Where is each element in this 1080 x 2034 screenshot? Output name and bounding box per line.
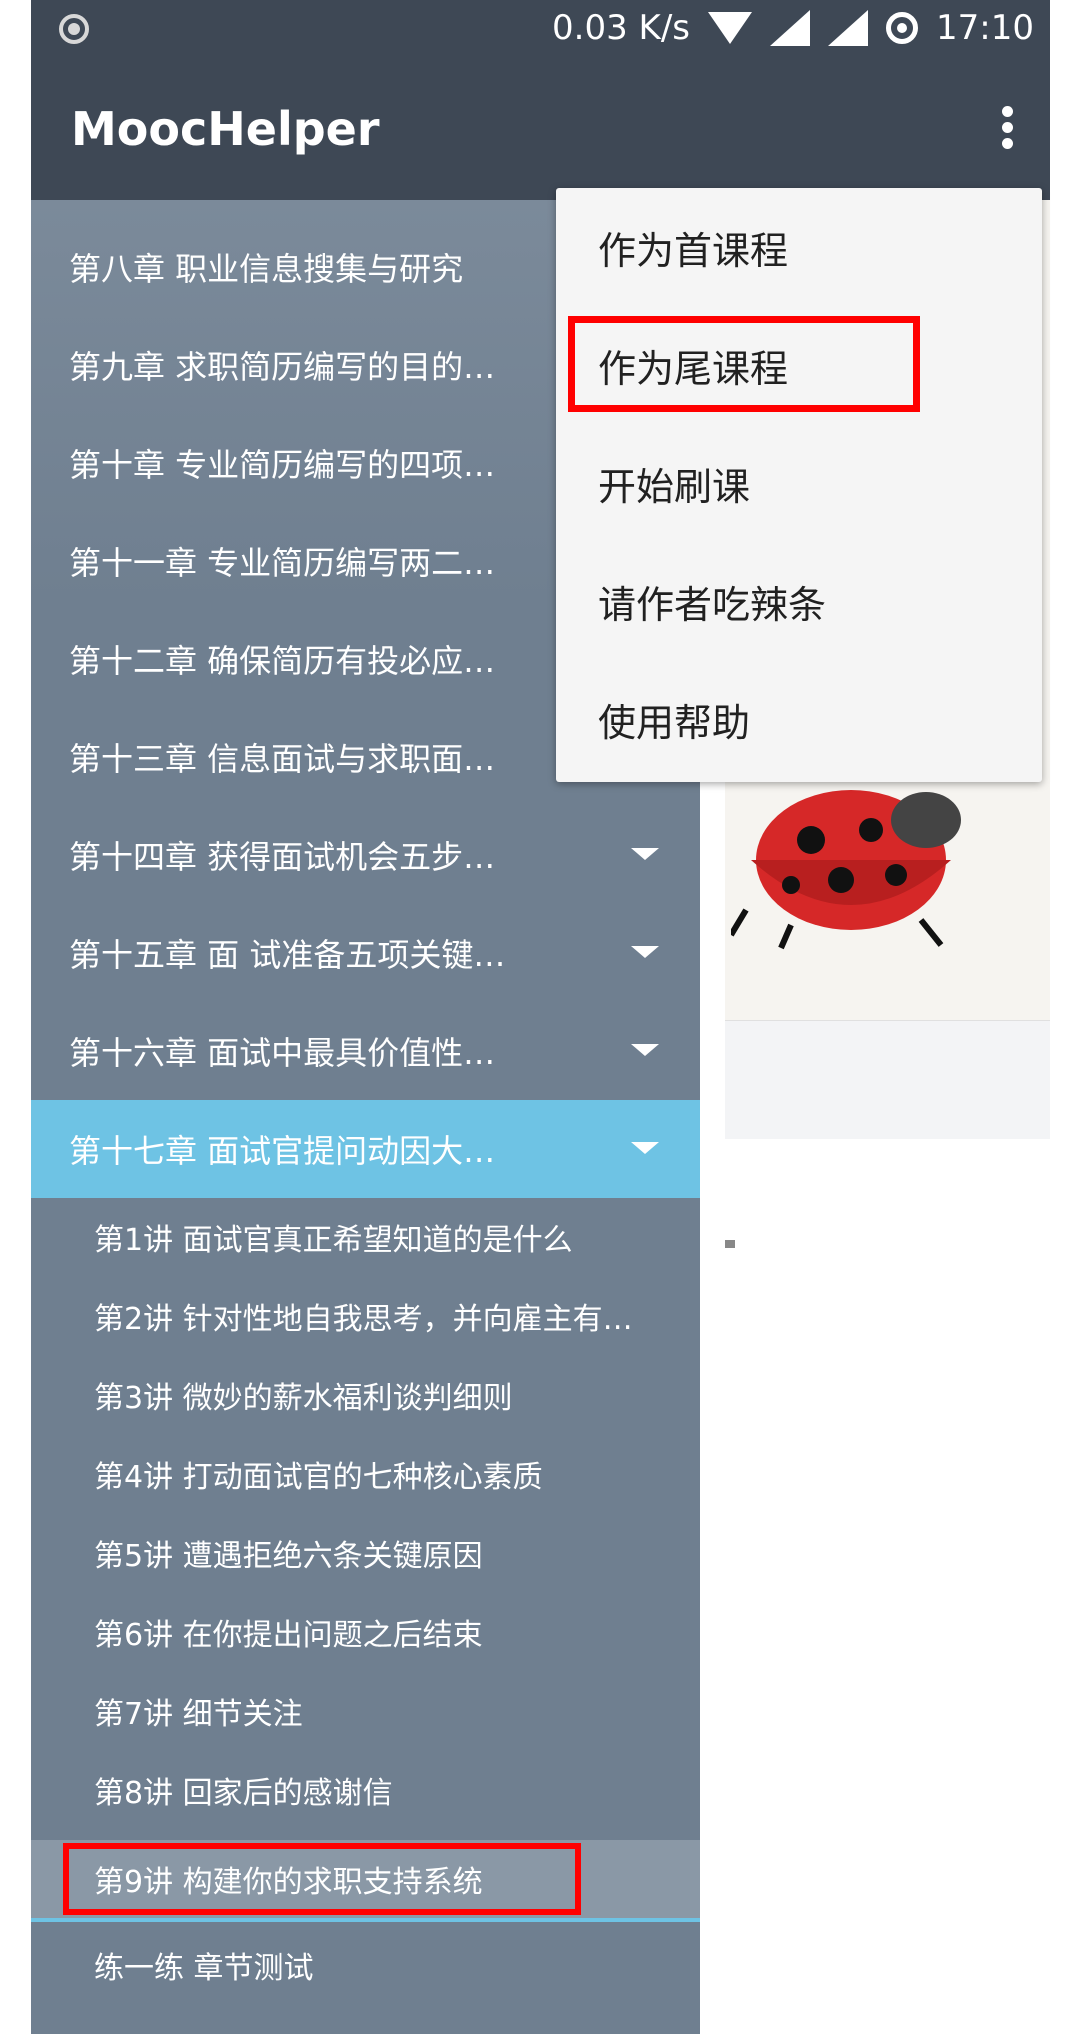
chevron-down-icon[interactable]	[631, 1142, 659, 1154]
signal-icon	[828, 10, 869, 46]
chapter-label: 第十五章 面 试准备五项关键…	[69, 936, 506, 974]
status-right-group: 0.03 K/s 17:10	[552, 8, 1034, 48]
lesson-item[interactable]: 第5讲 遭遇拒绝六条关键原因	[31, 1514, 700, 1592]
clock: 17:10	[936, 8, 1034, 48]
selection-underline	[31, 1918, 700, 1922]
menu-item-label: 请作者吃辣条	[598, 582, 827, 627]
chevron-down-icon[interactable]	[631, 946, 659, 958]
menu-item-label: 使用帮助	[598, 700, 751, 745]
net-speed: 0.03 K/s	[552, 8, 691, 48]
left-margin	[0, 0, 31, 2034]
chapter-item-active[interactable]: 第十七章 面试官提问动因大…	[31, 1100, 700, 1198]
menu-item-help[interactable]: 使用帮助	[556, 660, 1042, 778]
menu-item-start[interactable]: 开始刷课	[556, 424, 1042, 542]
lesson-item[interactable]: 第6讲 在你提出问题之后结束	[31, 1593, 700, 1671]
chapter-item[interactable]: 第十四章 获得面试机会五步…	[31, 806, 700, 904]
menu-item-label: 开始刷课	[598, 464, 751, 509]
status-bar: 0.03 K/s 17:10	[31, 0, 1050, 60]
chapter-label: 第十七章 面试官提问动因大…	[69, 1132, 496, 1170]
chapter-label: 第八章 职业信息搜集与研究	[69, 250, 464, 288]
lesson-item[interactable]: 第2讲 针对性地自我思考，并向雇主有…	[31, 1277, 700, 1355]
lesson-item[interactable]: 第4讲 打动面试官的七种核心素质	[31, 1435, 700, 1513]
lesson-label: 第1讲 面试官真正希望知道的是什么	[94, 1223, 573, 1258]
broken-image-icon	[725, 1240, 735, 1248]
chapter-label: 第十二章 确保简历有投必应…	[69, 642, 496, 680]
lesson-label: 第5讲 遭遇拒绝六条关键原因	[94, 1539, 483, 1574]
more-options-icon[interactable]	[1002, 106, 1014, 150]
lesson-item[interactable]: 练一练 章节测试	[31, 1926, 700, 2004]
app-title: MoocHelper	[71, 102, 380, 156]
sync-icon	[886, 12, 919, 44]
chapter-label: 第十六章 面试中最具价值性…	[69, 1034, 496, 1072]
menu-item-donate[interactable]: 请作者吃辣条	[556, 542, 1042, 660]
highlight-box-menu	[568, 316, 920, 412]
chapter-label: 第十四章 获得面试机会五步…	[69, 838, 496, 876]
lesson-item[interactable]: 第7讲 细节关注	[31, 1672, 700, 1750]
ladybug-image	[731, 790, 961, 950]
chapter-item[interactable]: 第十五章 面 试准备五项关键…	[31, 904, 700, 1002]
lesson-label: 练一练 章节测试	[94, 1951, 314, 1986]
chapter-label: 第十章 专业简历编写的四项…	[69, 446, 496, 484]
lesson-label: 第7讲 细节关注	[94, 1697, 303, 1732]
lesson-label: 第2讲 针对性地自我思考，并向雇主有…	[94, 1302, 633, 1337]
no-sim-signal-icon	[770, 10, 811, 46]
chapter-label: 第十三章 信息面试与求职面…	[69, 740, 496, 778]
chapter-label: 第九章 求职简历编写的目的…	[69, 348, 496, 386]
lesson-label: 第4讲 打动面试官的七种核心素质	[94, 1460, 543, 1495]
lesson-item[interactable]: 第8讲 回家后的感谢信	[31, 1751, 700, 1829]
chevron-down-icon[interactable]	[631, 848, 659, 860]
image-caption-bar	[725, 1020, 1050, 1139]
wifi-icon	[708, 12, 753, 44]
highlight-box-lesson	[63, 1843, 581, 1915]
lesson-item[interactable]: 第3讲 微妙的薪水福利谈判细则	[31, 1356, 700, 1434]
lesson-label: 第8讲 回家后的感谢信	[94, 1776, 393, 1811]
overflow-menu: 作为首课程 作为尾课程 开始刷课 请作者吃辣条 使用帮助	[556, 188, 1042, 782]
chevron-down-icon[interactable]	[631, 1044, 659, 1056]
right-margin	[1050, 0, 1080, 2034]
lesson-label: 第6讲 在你提出问题之后结束	[94, 1618, 483, 1653]
screen: 0.03 K/s 17:10 MoocHelper 第八章 职业信息搜集与研究 …	[0, 0, 1080, 2034]
chapter-item[interactable]: 第十六章 面试中最具价值性…	[31, 1002, 700, 1100]
app-bar: MoocHelper	[31, 60, 1050, 200]
lesson-label: 第3讲 微妙的薪水福利谈判细则	[94, 1381, 513, 1416]
lesson-item[interactable]: 第1讲 面试官真正希望知道的是什么	[31, 1198, 700, 1276]
menu-item-label: 作为首课程	[598, 228, 789, 273]
notification-dot-icon	[59, 14, 89, 44]
menu-item-set-first[interactable]: 作为首课程	[556, 188, 1042, 306]
chapter-label: 第十一章 专业简历编写两二…	[69, 544, 496, 582]
